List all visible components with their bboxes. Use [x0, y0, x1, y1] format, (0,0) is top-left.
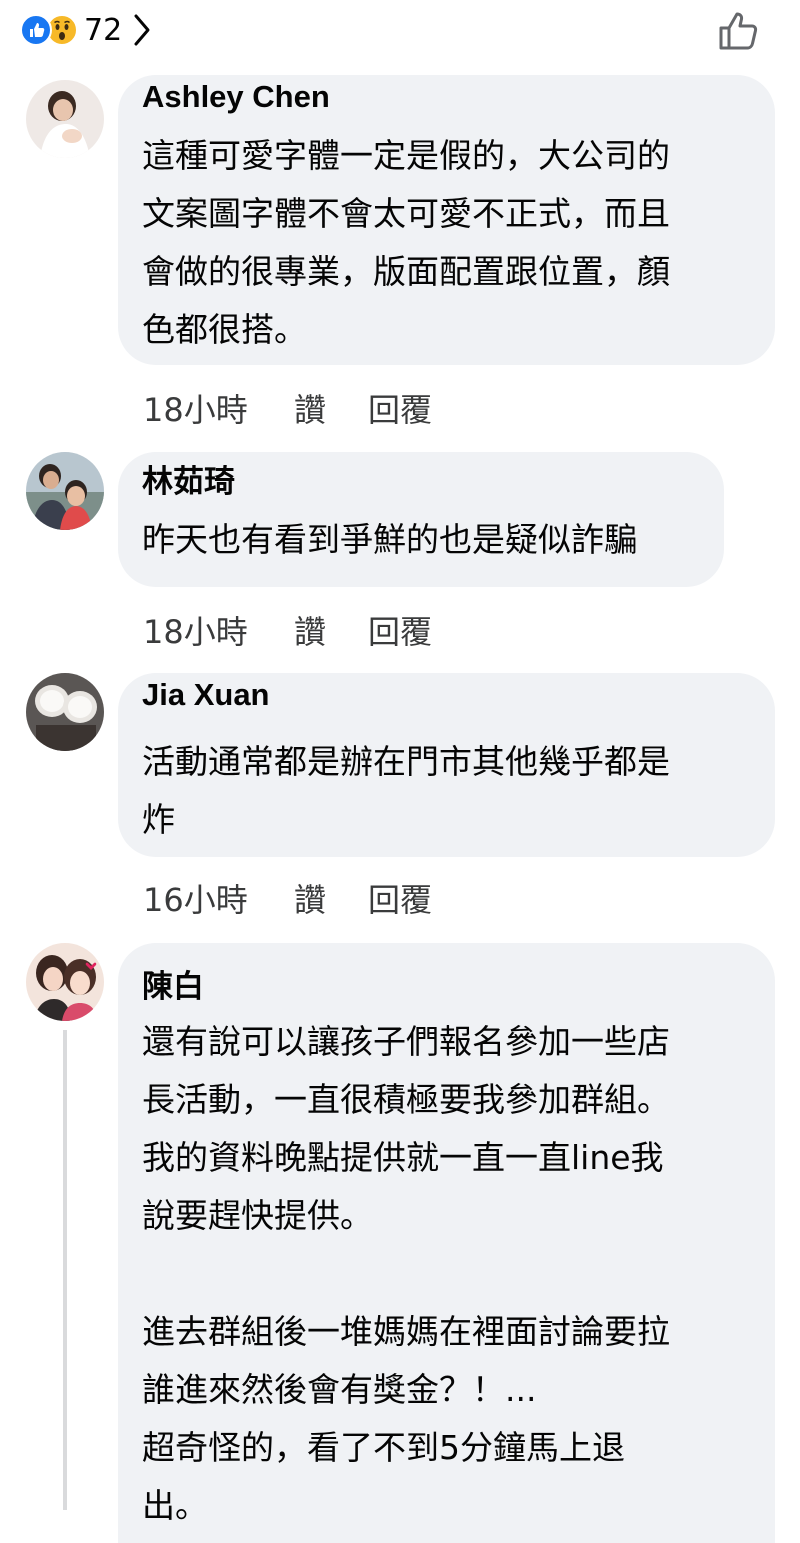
comment-text: 這種可愛字體一定是假的，大公司的 文案圖字體不會太可愛不正式，而且 會做的很專業…	[142, 136, 670, 349]
reply-link[interactable]: 回覆	[368, 607, 432, 653]
like-link[interactable]: 讚	[294, 385, 368, 431]
commenter-name[interactable]: 林茹琦	[142, 456, 235, 501]
comment-bubble[interactable]: Jia Xuan 活動通常都是辦在門市其他幾乎都是 炸	[118, 673, 775, 857]
comment-text: 昨天也有看到爭鮮的也是疑似詐騙	[142, 520, 637, 559]
thumbs-up-outline-icon[interactable]	[718, 8, 760, 52]
comment-time[interactable]: 16小時	[143, 875, 294, 921]
comment-bubble[interactable]: 陳白 還有說可以讓孩子們報名參加一些店 長活動，一直很積極要我參加群組。 我的資…	[118, 943, 775, 1543]
comment-text: 活動通常都是辦在門市其他幾乎都是 炸	[142, 742, 670, 839]
comment-time[interactable]: 18小時	[143, 607, 294, 653]
comment-actions: 18小時 讚 回覆	[143, 385, 432, 431]
comment-actions: 18小時 讚 回覆	[143, 607, 432, 653]
comment-bubble[interactable]: 林茹琦 昨天也有看到爭鮮的也是疑似詐騙	[118, 452, 724, 587]
reactions-header: 72	[0, 0, 800, 62]
like-link[interactable]: 讚	[294, 607, 368, 653]
comment-bubble[interactable]: Ashley Chen 這種可愛字體一定是假的，大公司的 文案圖字體不會太可愛不…	[118, 75, 775, 365]
reply-link[interactable]: 回覆	[368, 385, 432, 431]
like-icon	[20, 14, 52, 46]
commenter-name[interactable]: Jia Xuan	[142, 677, 270, 713]
like-link[interactable]: 讚	[294, 875, 368, 921]
reply-link[interactable]: 回覆	[368, 875, 432, 921]
commenter-name[interactable]: 陳白	[142, 961, 204, 1006]
comment-actions: 16小時 讚 回覆	[143, 875, 432, 921]
avatar[interactable]	[26, 452, 104, 530]
comment-text: 還有說可以讓孩子們報名參加一些店 長活動，一直很積極要我參加群組。 我的資料晚點…	[142, 1022, 670, 1525]
chevron-right-icon	[134, 14, 150, 46]
comment-time[interactable]: 18小時	[143, 385, 294, 431]
avatar[interactable]	[26, 80, 104, 158]
commenter-name[interactable]: Ashley Chen	[142, 79, 330, 115]
reaction-count: 72	[84, 12, 123, 48]
reactions-summary[interactable]: 72	[20, 10, 152, 50]
avatar[interactable]	[26, 943, 104, 1021]
reply-thread-line	[63, 1030, 67, 1510]
avatar[interactable]	[26, 673, 104, 751]
